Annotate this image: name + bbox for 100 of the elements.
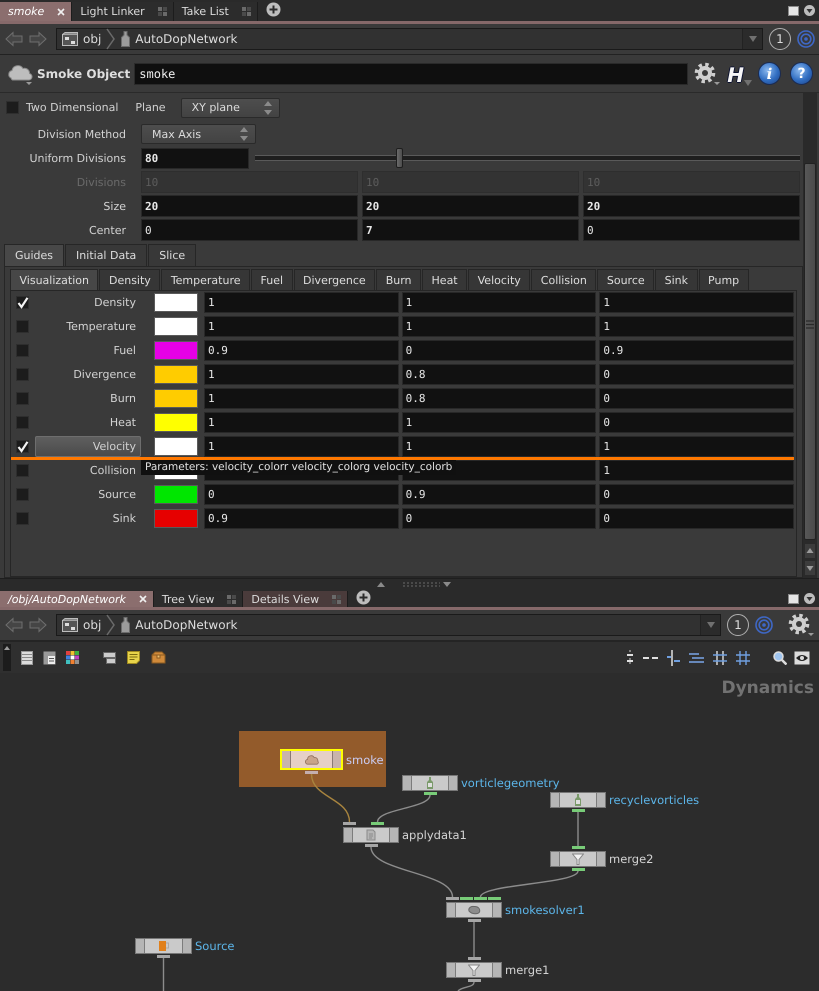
checkbox[interactable] [16,512,29,525]
color-swatch[interactable] [154,509,198,528]
number-field[interactable]: 0 [402,340,596,361]
input-port[interactable] [468,957,480,960]
cloud-icon[interactable] [6,62,34,84]
color-swatch[interactable] [154,389,198,408]
number-field[interactable]: 0 [583,219,800,241]
sub-tab[interactable]: Collision [531,269,596,290]
number-field[interactable]: 1 [599,436,794,457]
scroll-down-icon[interactable] [805,561,815,575]
color-swatch[interactable] [154,365,198,384]
list-view-icon[interactable] [21,650,33,664]
collapse-up-icon[interactable] [377,582,385,587]
number-field[interactable]: 0 [599,508,794,529]
sub-tab[interactable]: Pump [698,269,749,290]
node-label[interactable]: merge2 [609,851,654,867]
number-field[interactable]: 1 [402,316,596,337]
color-swatch[interactable] [154,437,198,456]
spiral-icon[interactable] [797,30,815,48]
section-tab[interactable]: Guides [4,244,64,266]
checkbox[interactable] [16,440,29,453]
sub-tab[interactable]: Visualization [10,269,98,290]
sub-tab[interactable]: Sink [655,269,698,290]
path-bar[interactable]: obj AutoDopNetwork [56,28,763,50]
node-label[interactable]: merge1 [505,962,550,978]
node-tile[interactable] [446,962,502,978]
color-swatch[interactable] [154,413,198,432]
number-field[interactable]: 1 [402,436,596,457]
node-tile[interactable] [343,827,399,843]
pane-link-button[interactable]: 1 [727,614,749,636]
pane-link-button[interactable]: 1 [769,28,791,50]
plus-icon[interactable] [266,2,281,17]
back-arrow-icon[interactable] [5,617,23,633]
number-field[interactable]: 1 [204,316,399,337]
node-label[interactable]: vorticlegeometry [461,775,560,791]
pane-menu-icon[interactable] [804,5,815,16]
node-tile[interactable] [402,775,458,791]
number-field[interactable]: 0 [402,508,596,529]
sub-tab[interactable]: Divergence [294,269,376,290]
number-field[interactable]: 0 [599,364,794,385]
node-label[interactable]: Source [195,938,234,954]
path-dropdown-button[interactable] [700,615,720,635]
checkbox[interactable] [16,392,29,405]
number-field[interactable]: 0 [599,388,794,409]
input-port[interactable] [343,822,356,825]
path-segment[interactable]: AutoDopNetwork [115,29,242,49]
color-grid-icon[interactable] [66,651,79,664]
close-icon[interactable] [158,7,167,16]
output-port[interactable] [364,844,378,847]
checkbox[interactable] [16,320,29,333]
section-tab[interactable]: Slice [148,244,196,266]
checkbox[interactable] [16,296,29,309]
dropdown[interactable]: XY plane [180,98,280,118]
close-icon[interactable] [57,8,66,16]
close-icon[interactable] [138,595,147,603]
eye-icon[interactable] [794,650,810,664]
number-field[interactable]: 1 [204,292,399,313]
align-lines-icon[interactable] [689,652,704,664]
type-properties-button[interactable]: H [727,62,752,86]
sub-tab[interactable]: Fuel [251,269,293,290]
checkbox[interactable] [16,416,29,429]
checkbox[interactable] [16,464,29,477]
dropdown[interactable]: Max Axis [141,124,256,144]
number-field[interactable]: 7 [362,219,579,241]
number-field[interactable]: 1 [599,460,794,481]
number-field[interactable]: 0.9 [204,508,399,529]
node-label[interactable]: recyclevorticles [609,792,700,808]
input-port[interactable] [371,822,384,825]
number-field[interactable]: 0.8 [402,388,596,409]
sub-tab[interactable]: Burn [376,269,422,290]
settings-icon[interactable] [788,613,815,637]
sub-tab[interactable]: Velocity [468,269,530,290]
number-field[interactable]: 0 [599,412,794,433]
pane-tab[interactable]: smoke [0,2,72,21]
name-field[interactable]: smoke [134,62,688,84]
grid-icon[interactable] [736,650,750,664]
number-field[interactable]: 1 [204,412,399,433]
collapse-handle-icon[interactable] [3,644,11,671]
color-swatch[interactable] [154,293,198,312]
section-tab[interactable]: Initial Data [65,244,148,266]
node-tile[interactable] [135,938,192,954]
spiral-icon[interactable] [755,616,773,634]
output-port[interactable] [424,792,436,795]
align-corner-icon[interactable] [667,650,680,666]
scrollbar-thumb[interactable] [804,163,816,540]
plus-icon[interactable] [356,590,372,605]
number-field[interactable]: 1 [599,316,794,337]
input-port[interactable] [460,897,473,900]
forward-arrow-icon[interactable] [29,617,47,633]
number-field[interactable]: 0 [204,484,399,505]
number-field[interactable]: 0.9 [204,340,399,361]
number-field[interactable]: 80 [141,148,249,168]
path-dropdown-button[interactable] [742,29,762,49]
pane-tab[interactable]: /obj/AutoDopNetwork [0,591,154,607]
maximize-icon[interactable] [788,594,799,604]
grid-snap-icon[interactable] [713,650,727,664]
color-swatch[interactable] [154,485,198,504]
settings-icon[interactable] [694,62,722,86]
collapse-down-icon[interactable] [443,582,451,587]
sub-tab[interactable]: Heat [422,269,468,290]
